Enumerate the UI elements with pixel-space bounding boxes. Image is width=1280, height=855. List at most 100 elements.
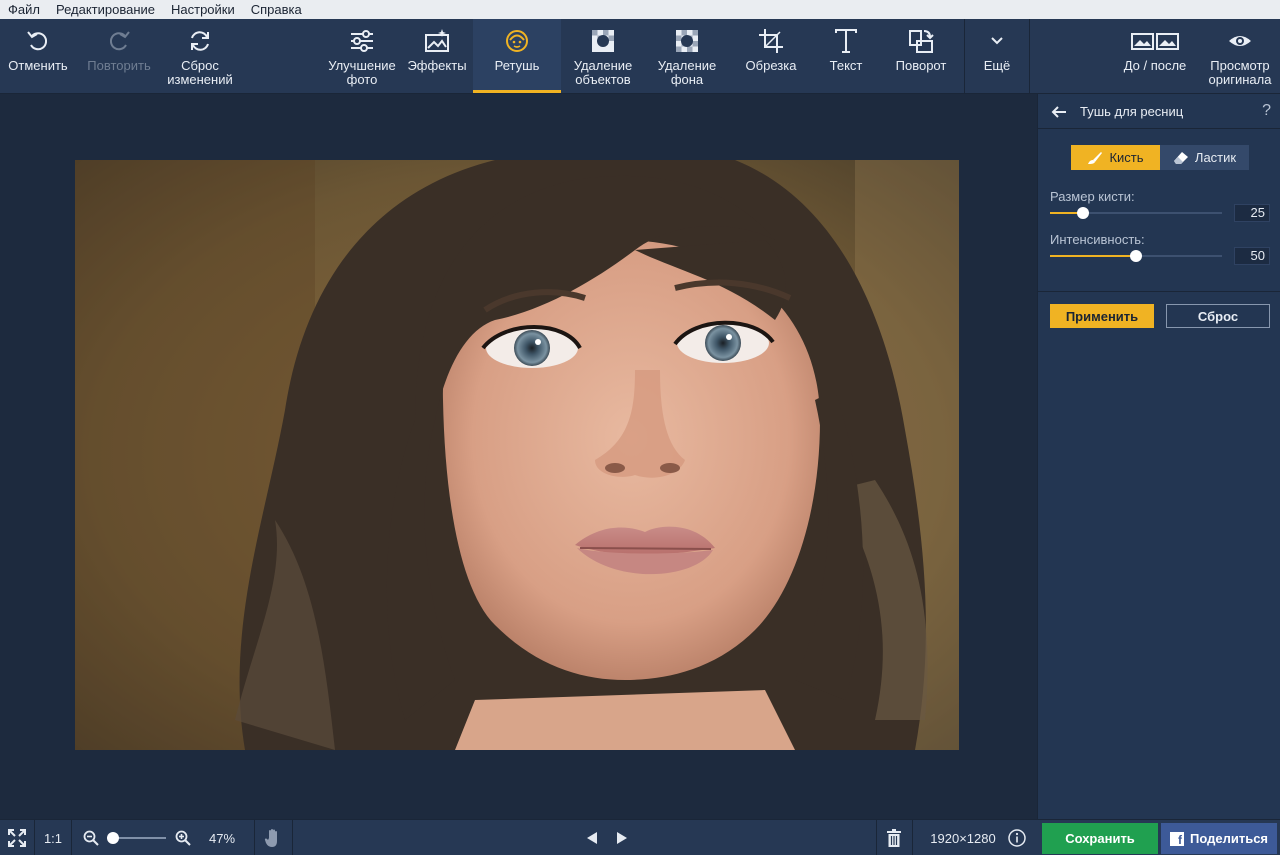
redo-button[interactable]: Повторить: [80, 19, 158, 93]
eraser-label: Ластик: [1194, 150, 1237, 165]
menubar: Файл Редактирование Настройки Справка: [0, 0, 1280, 19]
canvas-area[interactable]: [0, 94, 1037, 819]
arrow-left-icon[interactable]: [1050, 103, 1068, 121]
next-image-button[interactable]: [612, 820, 632, 855]
text-label: Текст: [829, 58, 863, 73]
statusbar-divider: [71, 820, 72, 855]
rotate-button[interactable]: Поворот: [884, 19, 958, 93]
statusbar: 1:1 47% 1920×1280 Сохранить f Поделиться: [0, 819, 1280, 855]
crop-label: Обрезка: [745, 58, 797, 73]
eye-icon: [1229, 36, 1251, 46]
zoom-percent: 47%: [208, 830, 236, 846]
crop-button[interactable]: Обрезка: [733, 19, 809, 93]
brush-size-label: Размер кисти:: [1050, 189, 1135, 204]
previous-image-button[interactable]: [582, 820, 602, 855]
undo-label: Отменить: [8, 58, 68, 73]
intensity-fill: [1050, 255, 1136, 257]
toolbar: Отменить Повторить Сброс изменений Улучш…: [0, 19, 1280, 94]
zoom-in-icon: [175, 830, 191, 846]
refresh-icon: [191, 31, 209, 51]
save-button[interactable]: Сохранить: [1042, 823, 1158, 854]
reset-button[interactable]: Сброс: [1166, 304, 1270, 328]
remove-bg-icon: [676, 30, 698, 52]
panel-title: Тушь для ресниц: [1080, 104, 1184, 119]
undo-button[interactable]: Отменить: [0, 19, 76, 93]
menu-edit[interactable]: Редактирование: [48, 0, 163, 19]
statusbar-divider: [292, 820, 293, 855]
more-label: Ещё: [983, 58, 1011, 73]
remove-background-button[interactable]: Удаление фона: [645, 19, 729, 93]
retouch-label: Ретушь: [494, 58, 540, 73]
menu-settings[interactable]: Настройки: [163, 0, 243, 19]
panel-divider: [1038, 291, 1280, 292]
fullscreen-icon: [8, 829, 26, 847]
zoom-in-button[interactable]: [172, 820, 194, 855]
share-button[interactable]: f Поделиться: [1161, 823, 1277, 854]
info-icon: [1008, 829, 1026, 847]
before-after-icon: [1131, 33, 1179, 50]
remove-object-icon: [592, 30, 614, 52]
text-button[interactable]: Текст: [812, 19, 880, 93]
brush-icon: [1088, 151, 1103, 164]
menu-file[interactable]: Файл: [0, 0, 48, 19]
brush-size-input[interactable]: 25: [1234, 204, 1270, 222]
next-icon: [617, 832, 627, 844]
share-label: Поделиться: [1189, 831, 1269, 846]
statusbar-divider: [876, 820, 877, 855]
undo-icon: [27, 31, 48, 51]
intensity-label: Интенсивность:: [1050, 232, 1145, 247]
reset-changes-label: Сброс изменений: [167, 58, 233, 87]
remove-background-label: Удаление фона: [657, 58, 717, 87]
zoom-out-icon: [83, 830, 99, 846]
statusbar-divider: [254, 820, 255, 855]
crop-icon: [759, 29, 783, 53]
intensity-slider[interactable]: [1050, 250, 1222, 262]
brush-label: Кисть: [1109, 150, 1144, 165]
retouch-panel: Тушь для ресниц ? Кисть Ластик Размер ки…: [1037, 94, 1280, 819]
trash-icon: [887, 829, 901, 847]
hand-tool-button[interactable]: [258, 820, 288, 855]
brush-size-knob[interactable]: [1077, 207, 1089, 219]
zoom-out-button[interactable]: [80, 820, 102, 855]
brush-size-slider[interactable]: [1050, 207, 1222, 219]
info-button[interactable]: [1006, 820, 1028, 855]
zoom-knob[interactable]: [107, 832, 119, 844]
delete-button[interactable]: [880, 820, 908, 855]
portrait-photo[interactable]: [75, 160, 959, 750]
hand-icon: [264, 829, 277, 847]
effects-label: Эффекты: [407, 58, 467, 73]
rotate-label: Поворот: [895, 58, 947, 73]
apply-button[interactable]: Применить: [1050, 304, 1154, 328]
help-button[interactable]: ?: [1262, 102, 1271, 120]
brush-mode-button[interactable]: Кисть: [1071, 145, 1160, 170]
intensity-input[interactable]: 50: [1234, 247, 1270, 265]
actual-size-button[interactable]: 1:1: [35, 820, 71, 855]
toolbar-divider: [1029, 19, 1030, 93]
text-icon: [835, 29, 857, 53]
eraser-mode-button[interactable]: Ластик: [1160, 145, 1249, 170]
toolbar-divider: [964, 19, 965, 93]
enhance-photo-button[interactable]: Улучшение фото: [322, 19, 402, 93]
prev-icon: [587, 832, 597, 844]
remove-objects-label: Удаление объектов: [573, 58, 633, 87]
reset-changes-button[interactable]: Сброс изменений: [160, 19, 240, 93]
intensity-knob[interactable]: [1130, 250, 1142, 262]
menu-help[interactable]: Справка: [243, 0, 310, 19]
remove-objects-button[interactable]: Удаление объектов: [563, 19, 643, 93]
view-original-label: Просмотр оригинала: [1208, 58, 1272, 87]
photo-editor-window: Файл Редактирование Настройки Справка От…: [0, 0, 1280, 855]
panel-header: Тушь для ресниц ?: [1038, 94, 1280, 129]
more-button[interactable]: Ещё: [966, 19, 1028, 93]
effects-icon: [425, 29, 449, 52]
photo-illustration: [75, 160, 959, 750]
enhance-photo-label: Улучшение фото: [328, 58, 396, 87]
fullscreen-button[interactable]: [0, 820, 34, 855]
retouch-tab[interactable]: Ретушь: [473, 19, 561, 93]
chevron-down-icon: [991, 37, 1003, 45]
before-after-button[interactable]: До / после: [1110, 19, 1200, 93]
effects-button[interactable]: Эффекты: [402, 19, 472, 93]
statusbar-divider: [912, 820, 913, 855]
view-original-button[interactable]: Просмотр оригинала: [1202, 19, 1278, 93]
facebook-icon: f: [1169, 831, 1184, 846]
eraser-icon: [1173, 151, 1188, 164]
